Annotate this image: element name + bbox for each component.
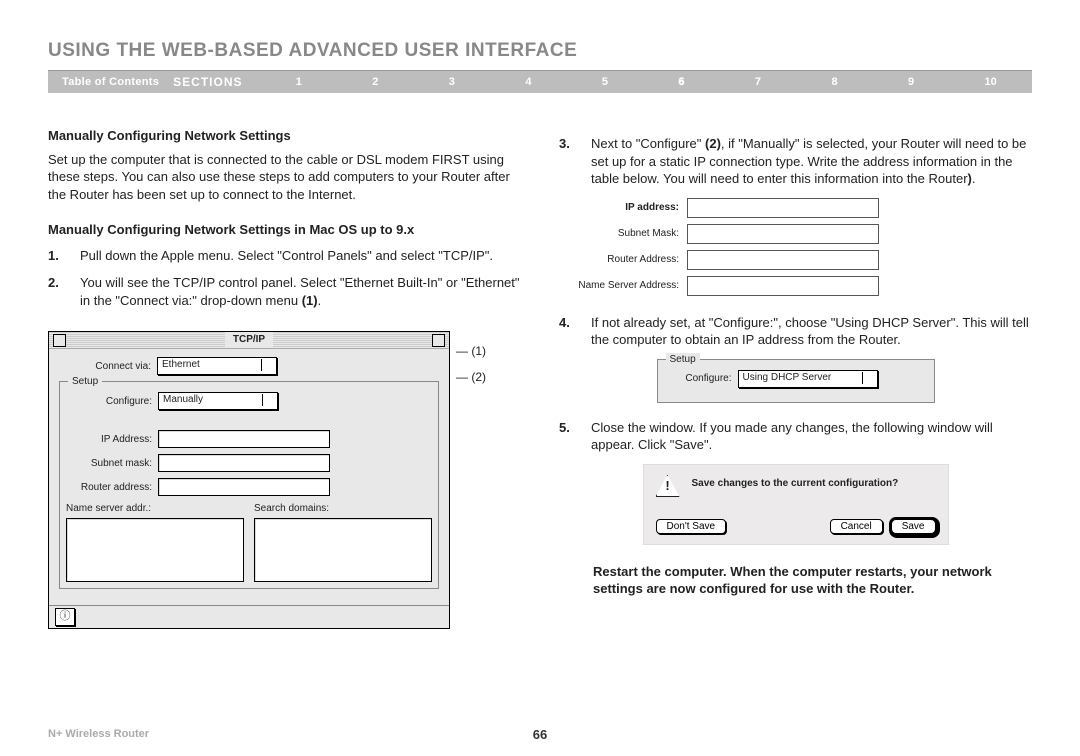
heading-manual-config: Manually Configuring Network Settings (48, 127, 521, 145)
connect-via-label: Connect via: (59, 360, 157, 374)
field-router-box[interactable] (687, 250, 879, 270)
step-1: 1. Pull down the Apple menu. Select "Con… (48, 247, 521, 265)
setup-group-label: Setup (68, 375, 102, 389)
step-text: If not already set, at "Configure:", cho… (591, 314, 1032, 349)
page-heading: USING THE WEB-BASED ADVANCED USER INTERF… (48, 40, 1032, 62)
dhcp-setup-box: Setup Configure: Using DHCP Server▲▼ (657, 359, 935, 403)
nav-section-3[interactable]: 3 (449, 76, 455, 88)
ip-address-label: IP Address: (66, 433, 158, 447)
step-number: 1. (48, 247, 66, 265)
tcpip-footer: ⓘ (49, 605, 449, 628)
field-nameserver-box[interactable] (687, 276, 879, 296)
subnet-mask-input[interactable] (158, 454, 330, 472)
close-icon[interactable] (53, 334, 66, 347)
cancel-button[interactable]: Cancel (830, 519, 883, 534)
step-text: Next to "Configure" (2), if "Manually" i… (591, 135, 1032, 188)
router-address-input[interactable] (158, 478, 330, 496)
info-icon[interactable]: ⓘ (55, 608, 75, 626)
left-column: Manually Configuring Network Settings Se… (48, 127, 521, 629)
step-4: 4. If not already set, at "Configure:", … (559, 314, 1032, 349)
callout-1: — (1) (456, 343, 486, 369)
nav-section-2[interactable]: 2 (372, 76, 378, 88)
step-number: 2. (48, 274, 66, 309)
name-server-textarea[interactable] (66, 518, 244, 582)
nav-section-numbers: 1 2 3 4 5 6 7 8 9 10 (261, 76, 1032, 88)
nav-section-5[interactable]: 5 (602, 76, 608, 88)
field-ip-box[interactable] (687, 198, 879, 218)
ip-address-input[interactable] (158, 430, 330, 448)
router-address-label: Router address: (66, 481, 158, 495)
subnet-mask-label: Subnet mask: (66, 457, 158, 471)
footer-product: N+ Wireless Router (48, 728, 149, 740)
warning-icon: ! (656, 475, 680, 497)
nav-section-4[interactable]: 4 (525, 76, 531, 88)
step-number: 5. (559, 419, 577, 454)
step-number: 3. (559, 135, 577, 188)
callout-2: — (2) (456, 369, 486, 395)
connect-via-select[interactable]: Ethernet▲▼ (157, 357, 277, 375)
restart-note: Restart the computer. When the computer … (593, 563, 1032, 598)
tcpip-title: TCP/IP (225, 332, 273, 348)
dialog-message: Save changes to the current configuratio… (692, 475, 899, 491)
nav-section-10[interactable]: 10 (985, 76, 997, 88)
nav-toc[interactable]: Table of Contents (48, 76, 173, 88)
address-table: IP address: Subnet Mask: Router Address:… (559, 198, 1032, 296)
dont-save-button[interactable]: Don't Save (656, 519, 727, 534)
nav-section-7[interactable]: 7 (755, 76, 761, 88)
section-navbar: Table of Contents SECTIONS 1 2 3 4 5 6 7… (48, 71, 1032, 93)
nav-section-6[interactable]: 6 (678, 76, 684, 88)
step-number: 4. (559, 314, 577, 349)
dhcp-configure-select[interactable]: Using DHCP Server▲▼ (738, 370, 878, 388)
setup-group-label: Setup (666, 353, 700, 367)
step-2: 2. You will see the TCP/IP control panel… (48, 274, 521, 309)
callout-labels: — (1) — (2) (450, 319, 486, 395)
footer-page-number: 66 (533, 727, 547, 742)
nav-sections-label: SECTIONS (173, 75, 260, 89)
field-ip-label: IP address: (559, 201, 687, 215)
chevron-updown-icon: ▲▼ (866, 374, 874, 384)
chevron-updown-icon: ▲▼ (266, 396, 274, 406)
field-subnet-box[interactable] (687, 224, 879, 244)
search-domains-label: Search domains: (254, 502, 432, 516)
chevron-updown-icon: ▲▼ (265, 361, 273, 371)
dhcp-configure-label: Configure: (666, 372, 738, 386)
configure-select[interactable]: Manually▲▼ (158, 392, 278, 410)
zoom-icon[interactable] (432, 334, 445, 347)
intro-paragraph: Set up the computer that is connected to… (48, 151, 521, 204)
step-3: 3. Next to "Configure" (2), if "Manually… (559, 135, 1032, 188)
right-column: 3. Next to "Configure" (2), if "Manually… (559, 127, 1032, 629)
nav-section-9[interactable]: 9 (908, 76, 914, 88)
tcpip-titlebar[interactable]: TCP/IP (49, 332, 449, 349)
step-text: Pull down the Apple menu. Select "Contro… (80, 247, 521, 265)
nav-section-8[interactable]: 8 (831, 76, 837, 88)
step-text: You will see the TCP/IP control panel. S… (80, 274, 521, 309)
field-router-label: Router Address: (559, 253, 687, 267)
setup-group: Setup Configure: Manually▲▼ IP Address: (59, 381, 439, 589)
field-subnet-label: Subnet Mask: (559, 227, 687, 241)
tcpip-window: TCP/IP Connect via: Ethernet▲▼ Setup Con… (48, 331, 450, 629)
heading-macos9: Manually Configuring Network Settings in… (48, 221, 521, 239)
page-footer: N+ Wireless Router 66 (48, 728, 1032, 740)
name-server-label: Name server addr.: (66, 502, 244, 516)
step-text: Close the window. If you made any change… (591, 419, 1032, 454)
nav-section-1[interactable]: 1 (296, 76, 302, 88)
step-5: 5. Close the window. If you made any cha… (559, 419, 1032, 454)
configure-label: Configure: (66, 395, 158, 409)
save-button[interactable]: Save (891, 519, 936, 534)
search-domains-textarea[interactable] (254, 518, 432, 582)
save-dialog: ! Save changes to the current configurat… (643, 464, 949, 545)
field-nameserver-label: Name Server Address: (559, 279, 687, 293)
